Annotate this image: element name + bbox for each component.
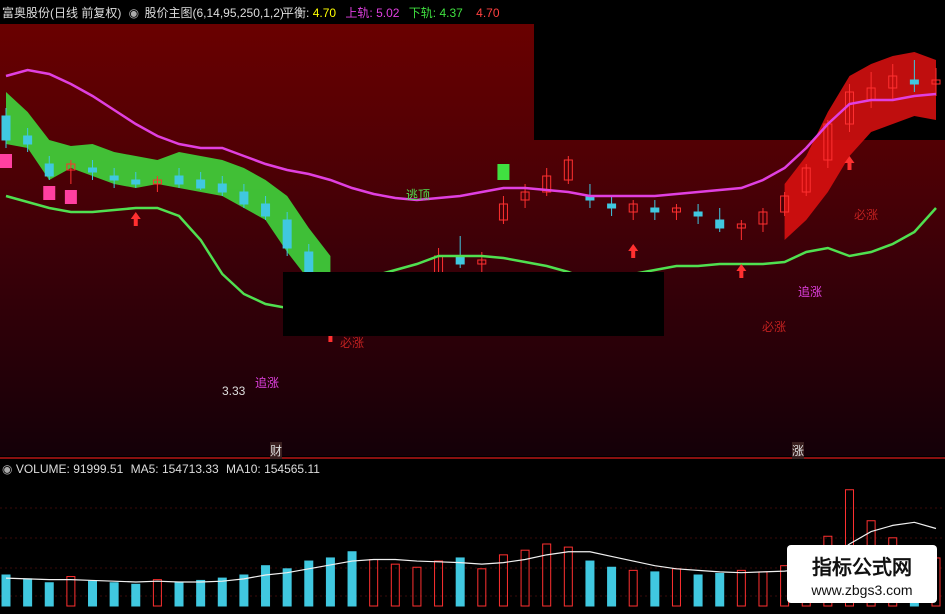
chase-label-left: 追涨 xyxy=(255,376,280,390)
must-rise-label-right: 必涨 xyxy=(854,208,879,222)
volume-value: 91999.51 xyxy=(73,462,124,476)
volume-label: VOLUME: xyxy=(15,462,70,476)
escape-top-label: 逃顶 xyxy=(406,188,431,202)
candle-body xyxy=(196,179,206,189)
signal-square xyxy=(0,154,12,168)
candle-body xyxy=(650,207,660,213)
candle-body xyxy=(44,163,54,177)
must-rise-label-left: 必涨 xyxy=(340,336,365,350)
lower-label: 下轨: xyxy=(408,6,437,20)
indicator-icon[interactable]: ◉ xyxy=(129,6,139,20)
indicator-name[interactable]: 股价主图(6,14,95,250,1,2) xyxy=(145,6,284,20)
zhang-marker: 涨 xyxy=(792,442,805,459)
volume-bar xyxy=(455,557,465,607)
ma5-label: MA5: xyxy=(130,462,159,476)
volume-bar xyxy=(261,565,271,607)
candle-body xyxy=(282,219,292,249)
must-rise-label-mid: 必涨 xyxy=(762,320,787,334)
candle-body xyxy=(239,191,249,205)
indicator-values: 平衡: 4.70 上轨: 5.02 下轨: 4.37 4.70 xyxy=(282,4,500,21)
chart-stage: 富奥股份(日线 前复权) ◉ 股价主图(6,14,95,250,1,2) 平衡:… xyxy=(0,0,945,609)
volume-bar xyxy=(1,574,11,607)
mid-value: 4.70 xyxy=(312,6,337,20)
extra-value: 4.70 xyxy=(476,6,500,20)
candle-body xyxy=(174,175,184,185)
upper-label: 上轨: xyxy=(345,6,373,20)
volume-bar xyxy=(88,580,98,607)
candle-body xyxy=(261,203,271,217)
candle-body xyxy=(715,219,725,229)
volume-bar xyxy=(196,579,206,607)
candle-body xyxy=(693,211,703,217)
volume-bar xyxy=(109,582,119,607)
header-bar: 富奥股份(日线 前复权) ◉ 股价主图(6,14,95,250,1,2) xyxy=(2,4,284,21)
ma10-label: MA10: xyxy=(226,462,261,476)
candle-body xyxy=(1,115,11,141)
price-low-label: 3.33 xyxy=(222,384,246,398)
candle-body xyxy=(88,167,98,173)
volume-bar xyxy=(693,574,703,607)
volume-bar xyxy=(715,572,725,607)
candle-body xyxy=(131,179,141,185)
volume-bar xyxy=(44,582,54,607)
volume-header: ◉ VOLUME: 91999.51 MA5: 154713.33 MA10: … xyxy=(2,462,320,476)
mid-label: 平衡: xyxy=(282,6,310,20)
watermark-url: www.zbgs3.com xyxy=(811,582,913,598)
volume-bar xyxy=(174,582,184,607)
volume-bar xyxy=(347,551,357,607)
ma5-value: 154713.33 xyxy=(161,462,219,476)
upper-value: 5.02 xyxy=(376,6,400,20)
signal-square xyxy=(64,190,77,204)
candle-body xyxy=(23,135,33,145)
chase-label-right: 追涨 xyxy=(798,285,823,299)
watermark-title: 指标公式网 xyxy=(812,555,912,579)
candle-body xyxy=(217,183,227,193)
volume-bar xyxy=(131,583,141,607)
price-chart xyxy=(0,24,945,609)
cai-marker: 财 xyxy=(270,442,283,459)
lower-value: 4.37 xyxy=(439,6,463,20)
candle-body xyxy=(909,79,919,85)
volume-icon[interactable]: ◉ xyxy=(2,462,12,476)
escape-signal-square xyxy=(497,164,510,180)
volume-bar xyxy=(217,577,227,607)
candle-body xyxy=(607,203,617,209)
watermark-logo: 指标公式网 www.zbgs3.com xyxy=(787,545,937,603)
signal-square xyxy=(43,186,56,200)
ma10-value: 154565.11 xyxy=(264,462,320,476)
volume-bar xyxy=(607,566,617,607)
stock-title: 富奥股份(日线 前复权) xyxy=(2,6,122,20)
volume-bar xyxy=(23,578,33,607)
volume-bar xyxy=(282,568,292,607)
candle-body xyxy=(109,175,119,181)
redaction-block-center xyxy=(283,272,664,336)
volume-bar xyxy=(585,560,595,607)
volume-bar xyxy=(650,571,660,607)
